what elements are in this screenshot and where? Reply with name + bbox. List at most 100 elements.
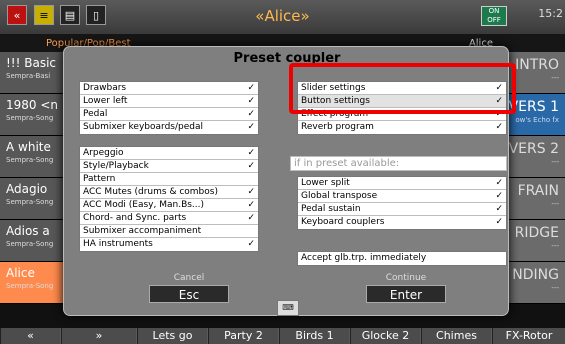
coupler-label: Pattern [83,174,116,184]
bottom-button[interactable]: Glocke 2 [350,328,420,344]
coupler-group-4: Lower split ✓ Global transpose ✓ Pedal sus… [297,176,507,230]
coupler-label: Drawbars [83,83,127,93]
coupler-row[interactable]: Chord- and Sync. parts ✓ [80,212,258,225]
coupler-row[interactable]: Slider settings ✓ [298,82,506,95]
coupler-label: ACC Mutes (drums & combos) [83,187,218,197]
coupler-label: Style/Playback [83,161,149,171]
scroll-down-icon[interactable]: » [61,328,136,344]
coupler-group-1: Drawbars ✓ Lower left ✓ Pedal ✓ Submixer ke… [79,81,259,135]
esc-key[interactable]: Esc [149,285,229,303]
check-icon: ✓ [495,217,503,227]
check-icon: ✓ [247,122,255,132]
part-sub: ow's Echo fx [515,116,559,124]
coupler-row[interactable]: Effect program ✓ [298,108,506,121]
part-item[interactable]: NDING --- [500,262,565,304]
check-icon: ✓ [495,122,503,132]
part-name: VERS 2 [508,141,559,157]
bottom-button[interactable]: Lets go [137,328,207,344]
part-sub: --- [551,74,559,82]
part-sub: --- [551,158,559,166]
coupler-label: ACC Modi (Easy, Man.Bs...) [83,200,205,210]
coupler-row[interactable]: Global transpose ✓ [298,190,506,203]
part-name: INTRO [515,57,559,73]
coupler-group-5: Accept glb.trp. immediately [297,251,507,266]
coupler-row[interactable]: Lower left ✓ [80,95,258,108]
continue-label: Continue [385,273,427,283]
cancel-button[interactable]: Cancel Esc [129,273,249,318]
bottom-button[interactable]: Chimes [421,328,491,344]
check-icon: ✓ [247,148,255,158]
check-icon: ✓ [247,200,255,210]
part-item[interactable]: FRAIN --- [500,178,565,220]
coupler-label: Lower left [83,96,128,106]
coupler-label: Pedal sustain [301,204,361,214]
top-bar: « ≡ ▤ ▯ «Alice» ON OFF 15:2 [0,0,565,34]
coupler-label: Global transpose [301,191,378,201]
coupler-label: Chord- and Sync. parts [83,213,187,223]
if-available-label: if in preset available: [290,156,507,171]
coupler-row[interactable]: Drawbars ✓ [80,82,258,95]
dialog-title: Preset coupler [233,51,341,66]
part-name: FRAIN [517,183,559,199]
check-icon: ✓ [495,109,503,119]
coupler-row[interactable]: Button settings ✓ [298,95,506,108]
coupler-row[interactable]: Pedal sustain ✓ [298,203,506,216]
check-icon: ✓ [495,204,503,214]
check-icon: ✓ [247,83,255,93]
coupler-label: Keyboard couplers [301,217,385,227]
coupler-row[interactable]: Submixer keyboards/pedal ✓ [80,121,258,134]
coupler-label: Submixer accompaniment [83,226,202,236]
coupler-row[interactable]: Arpeggio ✓ [80,147,258,160]
check-icon: ✓ [495,96,503,106]
clock: 15:2 [538,7,563,20]
coupler-row[interactable]: Keyboard couplers ✓ [298,216,506,229]
on-off-toggle[interactable]: ON OFF [481,6,507,26]
coupler-row[interactable]: Submixer accompaniment [80,225,258,238]
coupler-group-2: Arpeggio ✓ Style/Playback ✓ Pattern ACC Mu… [79,146,259,252]
bottom-button[interactable]: Party 2 [208,328,278,344]
part-list: INTRO --- VERS 1 ow's Echo fx VERS 2 --- FR… [500,52,565,304]
part-sub: --- [551,200,559,208]
coupler-row[interactable]: ACC Modi (Easy, Man.Bs...) ✓ [80,199,258,212]
part-name: VERS 1 [508,99,559,115]
coupler-label: Submixer keyboards/pedal [83,122,203,132]
continue-button[interactable]: Continue Enter [346,273,466,318]
bottom-button[interactable]: Birds 1 [279,328,349,344]
bottom-bar: « » Lets go Party 2 Birds 1 Glocke 2 Chi… [0,328,565,344]
coupler-row[interactable]: Reverb program ✓ [298,121,506,134]
coupler-label: Effect program [301,109,369,119]
coupler-row[interactable]: Accept glb.trp. immediately [298,252,506,265]
check-icon: ✓ [495,83,503,93]
bottom-button[interactable]: FX-Rotor [492,328,565,344]
part-name: NDING [512,267,559,283]
coupler-label: Reverb program [301,122,374,132]
part-item-active[interactable]: VERS 1 ow's Echo fx [500,94,565,136]
part-item[interactable]: RIDGE --- [500,220,565,262]
enter-key[interactable]: Enter [366,285,446,303]
part-name: RIDGE [514,225,559,241]
coupler-label: HA instruments [83,239,153,249]
check-icon: ✓ [247,161,255,171]
coupler-row[interactable]: Pedal ✓ [80,108,258,121]
check-icon: ✓ [495,191,503,201]
coupler-row[interactable]: Lower split ✓ [298,177,506,190]
part-sub: --- [551,284,559,292]
check-icon: ✓ [247,187,255,197]
check-icon: ✓ [247,109,255,119]
coupler-row[interactable]: Style/Playback ✓ [80,160,258,173]
coupler-group-3: Slider settings ✓ Button settings ✓ Effect… [297,81,507,135]
part-item[interactable]: VERS 2 --- [500,136,565,178]
part-sub: --- [551,242,559,250]
coupler-label: Accept glb.trp. immediately [301,253,427,263]
check-icon: ✓ [247,239,255,249]
coupler-row[interactable]: ACC Mutes (drums & combos) ✓ [80,186,258,199]
check-icon: ✓ [495,178,503,188]
coupler-row[interactable]: HA instruments ✓ [80,238,258,251]
coupler-label: Pedal [83,109,108,119]
check-icon: ✓ [247,96,255,106]
coupler-row[interactable]: Pattern [80,173,258,186]
keyboard-icon[interactable]: ⌨ [277,300,299,316]
coupler-label: Lower split [301,178,350,188]
scroll-up-icon[interactable]: « [0,328,60,344]
coupler-label: Slider settings [301,83,366,93]
